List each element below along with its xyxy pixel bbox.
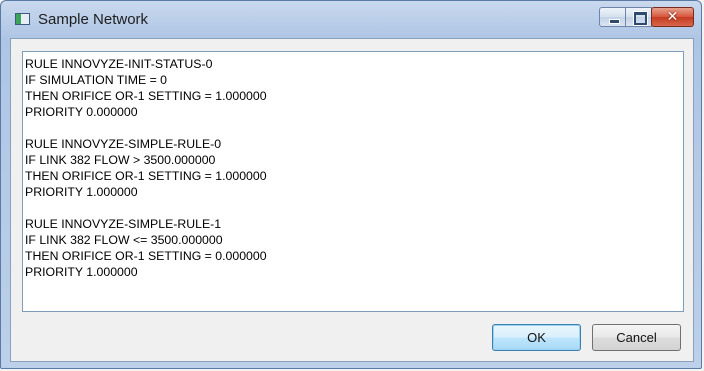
- network-window-icon: [15, 13, 30, 25]
- close-icon: ✕: [666, 9, 679, 25]
- minimize-icon: [609, 19, 620, 24]
- maximize-icon: [634, 12, 647, 25]
- title-bar[interactable]: Sample Network ✕: [1, 1, 701, 37]
- rules-text-area[interactable]: RULE INNOVYZE-INIT-STATUS-0 IF SIMULATIO…: [22, 51, 684, 312]
- minimize-button[interactable]: [599, 7, 626, 27]
- cancel-button[interactable]: Cancel: [592, 324, 681, 351]
- dialog-window: Sample Network ✕ RULE INNOVYZE-INIT-STAT…: [0, 0, 702, 369]
- dialog-client-area: RULE INNOVYZE-INIT-STATUS-0 IF SIMULATIO…: [10, 38, 694, 362]
- maximize-button[interactable]: [625, 7, 652, 27]
- ok-button[interactable]: OK: [492, 324, 581, 351]
- close-button[interactable]: ✕: [651, 7, 694, 27]
- window-title: Sample Network: [38, 11, 149, 28]
